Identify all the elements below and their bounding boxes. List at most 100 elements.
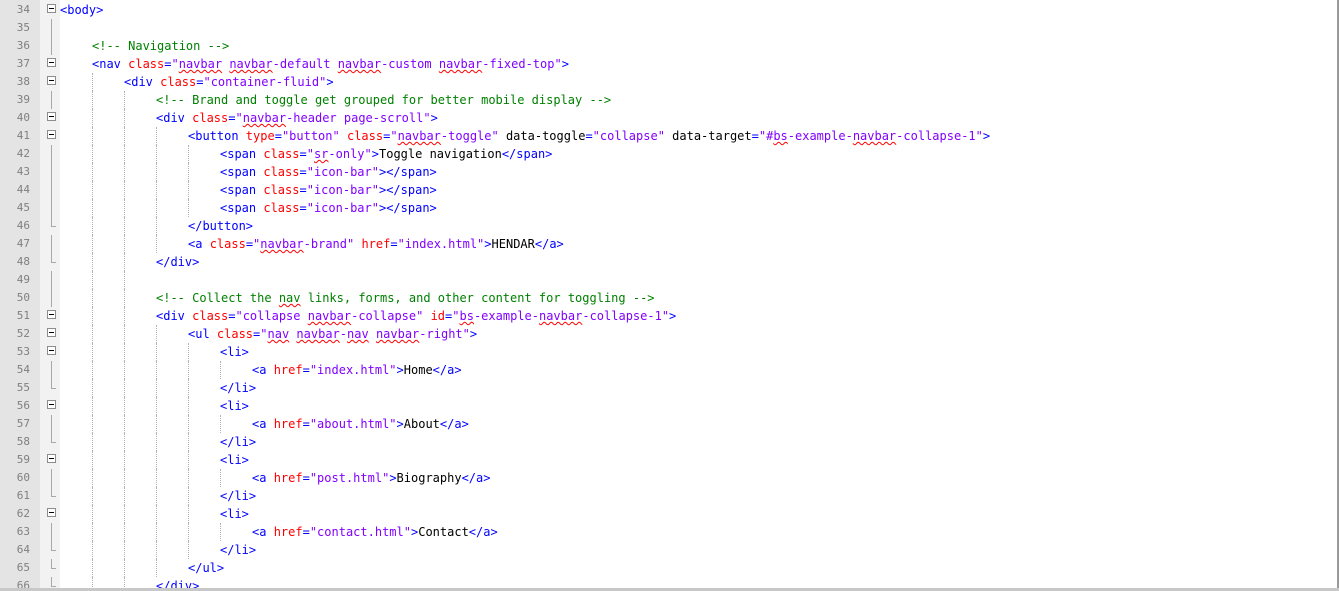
- code-line[interactable]: 38 <div class="container-fluid">: [0, 73, 1339, 91]
- line-code[interactable]: <button type="button" class="navbar-togg…: [188, 127, 990, 145]
- code-line[interactable]: 54 <a href="index.html">Home</a>: [0, 361, 1339, 379]
- code-line[interactable]: 61 </li>: [0, 487, 1339, 505]
- fold-toggle-icon[interactable]: [47, 112, 56, 121]
- code-line[interactable]: 52 <ul class="nav navbar-nav navbar-right…: [0, 325, 1339, 343]
- fold-line-marker: [51, 199, 52, 217]
- code-line[interactable]: 40 <div class="navbar-header page-scroll"…: [0, 109, 1339, 127]
- code-line[interactable]: 39 <!-- Brand and toggle get grouped for …: [0, 91, 1339, 109]
- line-code[interactable]: <span class="icon-bar"></span>: [220, 163, 437, 181]
- line-code[interactable]: <!-- Collect the nav links, forms, and o…: [156, 289, 655, 307]
- code-line[interactable]: 42 <span class="sr-only">Toggle navigatio…: [0, 145, 1339, 163]
- line-code[interactable]: <span class="sr-only">Toggle navigation<…: [220, 145, 552, 163]
- fold-toggle-icon[interactable]: [47, 4, 56, 13]
- line-number: 47: [16, 237, 30, 250]
- line-code[interactable]: </div>: [156, 253, 199, 271]
- line-code[interactable]: <!-- Navigation -->: [92, 37, 229, 55]
- line-code[interactable]: </li>: [220, 379, 256, 397]
- code-line[interactable]: 57 <a href="about.html">About</a>: [0, 415, 1339, 433]
- line-code[interactable]: <a href="about.html">About</a>: [252, 415, 469, 433]
- fold-toggle-icon[interactable]: [47, 328, 56, 337]
- code-token: href: [273, 471, 303, 485]
- line-code[interactable]: <div class="container-fluid">: [124, 73, 334, 91]
- line-code[interactable]: <!-- Brand and toggle get grouped for be…: [156, 91, 611, 109]
- line-number: 63: [16, 525, 30, 538]
- code-line[interactable]: 35: [0, 19, 1339, 37]
- line-code[interactable]: <a class="navbar-brand" href="index.html…: [188, 235, 564, 253]
- line-code[interactable]: </ul>: [188, 559, 224, 577]
- code-lines[interactable]: 34 <body> 35 36 <!-- Navigation --> 37 <nav cl…: [0, 1, 1339, 591]
- code-token: -fixed-top": [482, 57, 562, 71]
- fold-toggle-icon[interactable]: [47, 310, 56, 319]
- line-code[interactable]: <a href="index.html">Home</a>: [252, 361, 462, 379]
- code-line[interactable]: 36 <!-- Navigation -->: [0, 37, 1339, 55]
- code-line[interactable]: 60 <a href="post.html">Biography</a>: [0, 469, 1339, 487]
- line-number: 35: [16, 21, 30, 34]
- fold-toggle-icon[interactable]: [47, 454, 56, 463]
- fold-toggle-icon[interactable]: [47, 400, 56, 409]
- code-line[interactable]: 37 <nav class="navbar navbar-default navb…: [0, 55, 1339, 73]
- line-code[interactable]: <div class="collapse navbar-collapse" id…: [156, 307, 676, 325]
- line-code[interactable]: <li>: [220, 505, 249, 523]
- code-line[interactable]: 34 <body>: [0, 1, 1339, 19]
- fold-toggle-icon[interactable]: [47, 346, 56, 355]
- line-code[interactable]: <a href="post.html">Biography</a>: [252, 469, 490, 487]
- code-line[interactable]: 48 </div>: [0, 253, 1339, 271]
- code-line[interactable]: 53 <li>: [0, 343, 1339, 361]
- code-line[interactable]: 64 </li>: [0, 541, 1339, 559]
- line-code[interactable]: <span class="icon-bar"></span>: [220, 181, 437, 199]
- indent-guide: [188, 505, 189, 523]
- line-number: 60: [16, 471, 30, 484]
- indent-guide: [92, 199, 93, 217]
- line-code[interactable]: <body>: [60, 1, 103, 19]
- fold-line-marker: [51, 145, 52, 163]
- line-code[interactable]: <li>: [220, 451, 249, 469]
- line-code[interactable]: <a href="contact.html">Contact</a>: [252, 523, 498, 541]
- code-line[interactable]: 43 <span class="icon-bar"></span>: [0, 163, 1339, 181]
- indent-guide: [92, 235, 93, 253]
- indent-guide: [124, 235, 125, 253]
- code-line[interactable]: 49: [0, 271, 1339, 289]
- code-line[interactable]: 63 <a href="contact.html">Contact</a>: [0, 523, 1339, 541]
- code-line[interactable]: 56 <li>: [0, 397, 1339, 415]
- code-line[interactable]: 44 <span class="icon-bar"></span>: [0, 181, 1339, 199]
- code-line[interactable]: 62 <li>: [0, 505, 1339, 523]
- fold-toggle-icon[interactable]: [47, 130, 56, 139]
- line-code[interactable]: </li>: [220, 541, 256, 559]
- line-code[interactable]: <li>: [220, 343, 249, 361]
- line-code[interactable]: <li>: [220, 397, 249, 415]
- code-line[interactable]: 41 <button type="button" class="navbar-to…: [0, 127, 1339, 145]
- line-code[interactable]: <span class="icon-bar"></span>: [220, 199, 437, 217]
- code-editor[interactable]: 34 <body> 35 36 <!-- Navigation --> 37 <nav cl…: [0, 0, 1339, 591]
- code-line[interactable]: 46 </button>: [0, 217, 1339, 235]
- line-code[interactable]: </button>: [188, 217, 253, 235]
- code-token: >: [396, 363, 404, 377]
- code-line[interactable]: 65 </ul>: [0, 559, 1339, 577]
- indent-guide: [156, 433, 157, 451]
- code-token: -right": [419, 327, 470, 341]
- indent-guide: [156, 163, 157, 181]
- code-line[interactable]: 59 <li>: [0, 451, 1339, 469]
- line-number: 49: [16, 273, 30, 286]
- fold-toggle-icon[interactable]: [47, 58, 56, 67]
- line-code[interactable]: <nav class="navbar navbar-default navbar…: [92, 55, 569, 73]
- fold-toggle-icon[interactable]: [47, 508, 56, 517]
- code-line[interactable]: 51 <div class="collapse navbar-collapse" …: [0, 307, 1339, 325]
- code-token: -collapse-1": [582, 309, 670, 323]
- line-code[interactable]: </li>: [220, 487, 256, 505]
- code-line[interactable]: 55 </li>: [0, 379, 1339, 397]
- code-token: >: [669, 309, 677, 323]
- fold-line-marker: [51, 235, 52, 253]
- fold-toggle-icon[interactable]: [47, 76, 56, 85]
- code-token: id: [430, 309, 446, 323]
- code-token: </span>: [501, 147, 553, 161]
- line-code[interactable]: <ul class="nav navbar-nav navbar-right">: [188, 325, 477, 343]
- line-code[interactable]: </li>: [220, 433, 256, 451]
- code-token: class: [192, 111, 229, 125]
- code-line[interactable]: 45 <span class="icon-bar"></span>: [0, 199, 1339, 217]
- line-code[interactable]: <div class="navbar-header page-scroll">: [156, 109, 438, 127]
- code-token: "icon-bar": [306, 165, 379, 179]
- code-line[interactable]: 50 <!-- Collect the nav links, forms, and…: [0, 289, 1339, 307]
- code-line[interactable]: 47 <a class="navbar-brand" href="index.ht…: [0, 235, 1339, 253]
- code-token: >: [982, 129, 991, 143]
- code-line[interactable]: 58 </li>: [0, 433, 1339, 451]
